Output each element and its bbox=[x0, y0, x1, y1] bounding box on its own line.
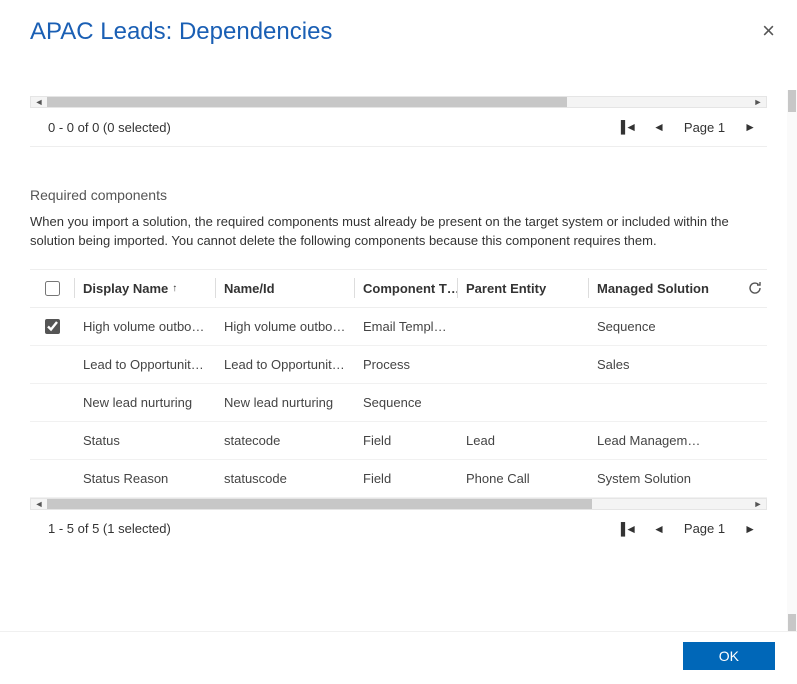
cell-display-name: Status Reason bbox=[75, 471, 215, 486]
ok-button[interactable]: OK bbox=[683, 642, 775, 670]
first-page-icon[interactable]: ▐◄ bbox=[614, 118, 640, 136]
cell-name-id: statecode bbox=[216, 433, 354, 448]
cell-managed-solution: Lead Management bbox=[589, 433, 709, 448]
cell-name-id: High volume outbou… bbox=[216, 319, 354, 334]
cell-component-type: Email Template bbox=[355, 319, 457, 334]
scroll-right-icon[interactable]: ► bbox=[750, 97, 766, 107]
dialog-title: APAC Leads: Dependencies bbox=[30, 18, 767, 46]
select-all-checkbox[interactable] bbox=[45, 281, 60, 296]
cell-name-id: New lead nurturing bbox=[216, 395, 354, 410]
column-header-name-id[interactable]: Name/Id bbox=[216, 281, 354, 296]
cell-managed-solution: Sequence bbox=[589, 319, 709, 334]
refresh-icon[interactable] bbox=[747, 280, 763, 296]
cell-managed-solution: System Solution bbox=[589, 471, 709, 486]
prev-page-icon[interactable]: ◄ bbox=[650, 118, 668, 136]
cell-display-name: Lead to Opportunity… bbox=[75, 357, 215, 372]
cell-managed-solution: Sales bbox=[589, 357, 709, 372]
grid-header-row: Display Name ↑ Name/Id Component T… Pare… bbox=[30, 270, 767, 308]
column-header-parent-entity[interactable]: Parent Entity bbox=[458, 281, 588, 296]
cell-name-id: Lead to Opportunity… bbox=[216, 357, 354, 372]
sort-asc-icon: ↑ bbox=[172, 283, 177, 294]
table-row[interactable]: New lead nurturingNew lead nurturingSequ… bbox=[30, 384, 767, 422]
cell-name-id: statuscode bbox=[216, 471, 354, 486]
scroll-left-icon[interactable]: ◄ bbox=[31, 499, 47, 509]
cell-display-name: New lead nurturing bbox=[75, 395, 215, 410]
cell-component-type: Process bbox=[355, 357, 457, 372]
upper-page-label: Page 1 bbox=[684, 120, 725, 135]
column-header-display-name[interactable]: Display Name ↑ bbox=[75, 281, 215, 296]
column-header-managed-solution[interactable]: Managed Solution bbox=[589, 281, 709, 296]
components-grid: Display Name ↑ Name/Id Component T… Pare… bbox=[30, 269, 767, 498]
first-page-icon[interactable]: ▐◄ bbox=[614, 520, 640, 538]
required-components-description: When you import a solution, the required… bbox=[30, 213, 767, 251]
cell-component-type: Sequence bbox=[355, 395, 457, 410]
upper-horizontal-scrollbar[interactable]: ◄ ► bbox=[30, 96, 767, 108]
dialog-vertical-scrollbar[interactable] bbox=[787, 90, 797, 636]
cell-component-type: Field bbox=[355, 471, 457, 486]
cell-component-type: Field bbox=[355, 433, 457, 448]
scroll-left-icon[interactable]: ◄ bbox=[31, 97, 47, 107]
lower-pager-status: 1 - 5 of 5 (1 selected) bbox=[48, 521, 171, 536]
table-row[interactable]: High volume outbou…High volume outbou…Em… bbox=[30, 308, 767, 346]
column-header-component-type[interactable]: Component T… bbox=[355, 281, 457, 296]
table-row[interactable]: Lead to Opportunity…Lead to Opportunity…… bbox=[30, 346, 767, 384]
table-row[interactable]: Status ReasonstatuscodeFieldPhone CallSy… bbox=[30, 460, 767, 498]
required-components-heading: Required components bbox=[30, 187, 767, 203]
prev-page-icon[interactable]: ◄ bbox=[650, 520, 668, 538]
cell-display-name: Status bbox=[75, 433, 215, 448]
next-page-icon[interactable]: ► bbox=[741, 520, 759, 538]
cell-parent-entity: Lead bbox=[458, 433, 588, 448]
lower-page-label: Page 1 bbox=[684, 521, 725, 536]
row-checkbox[interactable] bbox=[45, 319, 60, 334]
upper-pager-status: 0 - 0 of 0 (0 selected) bbox=[48, 120, 171, 135]
column-header-display-name-label: Display Name bbox=[83, 281, 168, 296]
scroll-right-icon[interactable]: ► bbox=[750, 499, 766, 509]
lower-horizontal-scrollbar[interactable]: ◄ ► bbox=[30, 498, 767, 510]
table-row[interactable]: StatusstatecodeFieldLeadLead Management bbox=[30, 422, 767, 460]
cell-display-name: High volume outbou… bbox=[75, 319, 215, 334]
cell-parent-entity: Phone Call bbox=[458, 471, 588, 486]
close-icon[interactable]: × bbox=[762, 20, 775, 42]
next-page-icon[interactable]: ► bbox=[741, 118, 759, 136]
